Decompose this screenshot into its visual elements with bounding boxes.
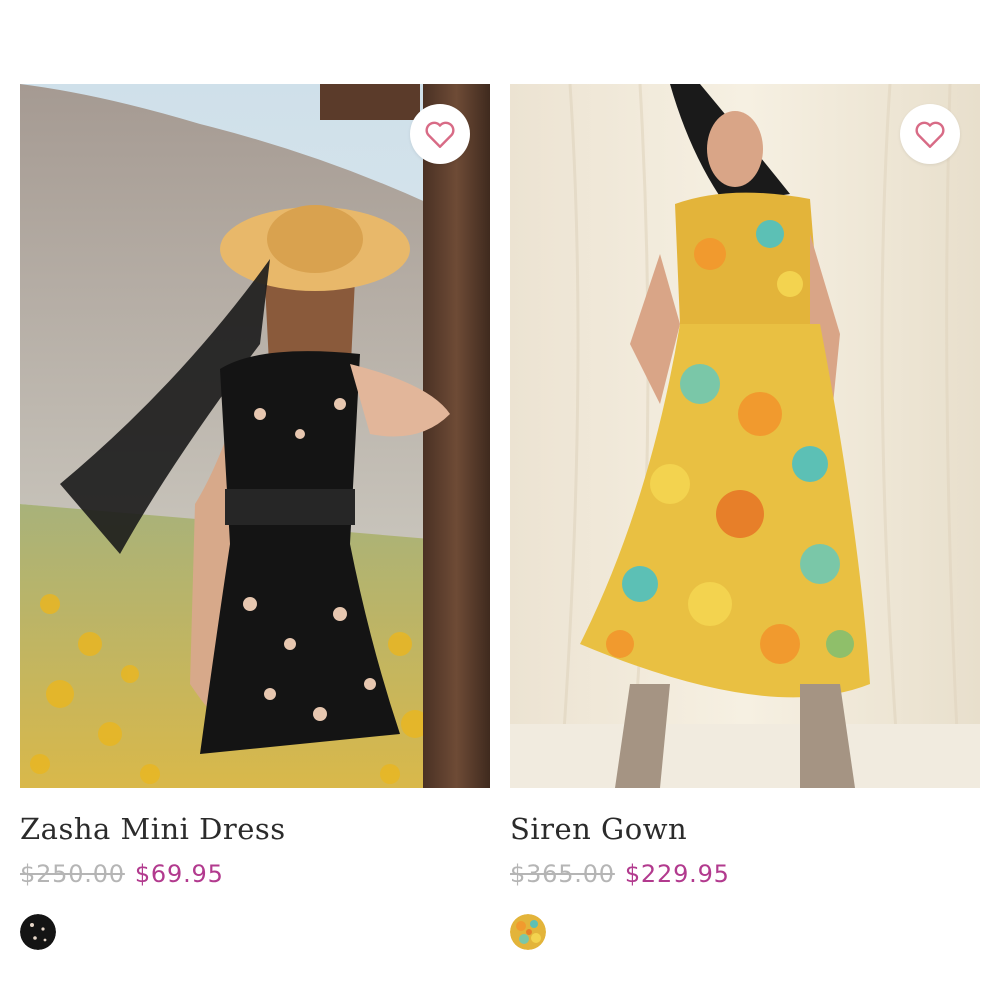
favorite-button[interactable] [900,104,960,164]
original-price: $250.00 [20,860,125,888]
sale-price: $229.95 [624,860,730,888]
product-card[interactable]: Siren Gown $365.00 $229.95 [510,84,980,950]
favorite-button[interactable] [410,104,470,164]
heart-outline-icon [915,121,945,148]
product-name[interactable]: Siren Gown [510,812,980,846]
color-swatch[interactable] [510,914,546,950]
original-price: $365.00 [510,860,615,888]
product-name[interactable]: Zasha Mini Dress [20,812,490,846]
product-image[interactable] [510,84,980,788]
price-row: $250.00 $69.95 [20,860,490,888]
heart-outline-icon [425,121,455,148]
price-row: $365.00 $229.95 [510,860,980,888]
product-grid: Zasha Mini Dress $250.00 $69.95 Siren Go… [0,0,1000,1000]
sale-price: $69.95 [134,860,224,888]
product-card[interactable]: Zasha Mini Dress $250.00 $69.95 [20,84,490,950]
product-image[interactable] [20,84,490,788]
color-swatch[interactable] [20,914,56,950]
